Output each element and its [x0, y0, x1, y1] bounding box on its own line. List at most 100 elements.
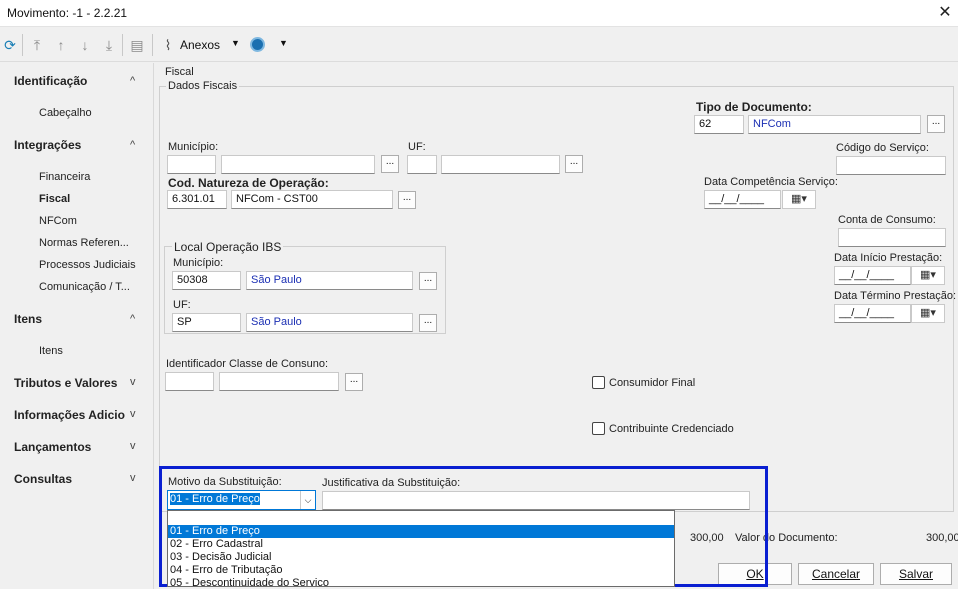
municipio-name-input[interactable]: [221, 155, 375, 174]
codigo-servico-input[interactable]: [836, 156, 946, 175]
sidebar: Identificação ^ Cabeçalho Integrações ^ …: [0, 63, 152, 589]
sidebar-section-lancamentos[interactable]: Lançamentos: [14, 440, 91, 454]
toolbar-separator: [22, 34, 23, 56]
data-termino-label: Data Término Prestação:: [834, 290, 957, 302]
last-record-icon[interactable]: ⤓: [100, 36, 118, 54]
uf-name-input[interactable]: [441, 155, 560, 174]
dropdown-option[interactable]: 05 - Descontinuidade do Serviço: [168, 577, 674, 586]
tipo-documento-label: Tipo de Documento:: [696, 100, 812, 114]
ibs-uf-code-input[interactable]: SP: [172, 313, 241, 332]
municipio-label: Município:: [168, 141, 219, 153]
sidebar-item-processos[interactable]: Processos Judiciais: [39, 259, 136, 271]
chevron-down-icon[interactable]: ▼: [231, 38, 240, 48]
dropdown-option[interactable]: 04 - Erro de Tributação: [168, 564, 674, 577]
ibs-uf-label: UF:: [173, 299, 191, 311]
next-record-icon[interactable]: ↓: [76, 36, 94, 54]
natureza-code-input[interactable]: 6.301.01: [167, 190, 227, 209]
motivo-selected-value: 01 - Erro de Preço: [170, 493, 260, 505]
natureza-name-input[interactable]: NFCom - CST00: [231, 190, 393, 209]
calendar-icon[interactable]: ▦▾: [782, 190, 816, 209]
paperclip-icon[interactable]: ⌇: [159, 36, 177, 54]
sidebar-section-informacoes[interactable]: Informações Adicio: [14, 408, 125, 422]
local-ibs-label: Local Operação IBS: [172, 240, 284, 254]
data-inicio-input[interactable]: __/__/____: [834, 266, 911, 285]
ibs-municipio-lookup-button[interactable]: ...: [419, 272, 437, 290]
motivo-substituicao-select[interactable]: 01 - Erro de Preço: [167, 490, 316, 510]
chevron-up-icon[interactable]: ^: [130, 313, 135, 325]
chevron-up-icon[interactable]: ^: [130, 139, 135, 151]
chevron-up-icon[interactable]: ^: [130, 75, 135, 87]
valor-documento-value: 300,00: [926, 532, 958, 544]
toolbar: ⟳ ⤒ ↑ ↓ ⤓ ▤ ⌇ Anexos ▼ ▼: [0, 28, 958, 62]
uf-code-input[interactable]: [407, 155, 437, 174]
uf-label: UF:: [408, 141, 426, 153]
tipo-documento-name-input[interactable]: NFCom: [748, 115, 921, 134]
ibs-municipio-code-input[interactable]: 50308: [172, 271, 241, 290]
ibs-municipio-label: Município:: [173, 257, 224, 269]
previous-record-icon[interactable]: ↑: [52, 36, 70, 54]
dropdown-option[interactable]: 01 - Erro de Preço: [168, 525, 674, 538]
fiscal-tab-label: Fiscal: [165, 66, 194, 78]
chevron-down-icon[interactable]: v: [130, 408, 136, 420]
sidebar-section-consultas[interactable]: Consultas: [14, 472, 72, 486]
data-competencia-input[interactable]: __/__/____: [704, 190, 781, 209]
identificador-lookup-button[interactable]: ...: [345, 373, 363, 391]
data-termino-input[interactable]: __/__/____: [834, 304, 911, 323]
sidebar-item-normas[interactable]: Normas Referen...: [39, 237, 129, 249]
consumidor-final-checkbox[interactable]: [592, 376, 605, 389]
sidebar-divider: [153, 63, 154, 589]
municipio-code-input[interactable]: [167, 155, 216, 174]
document-icon[interactable]: ▤: [128, 36, 146, 54]
chevron-down-icon[interactable]: v: [130, 472, 136, 484]
identificador-name-input[interactable]: [219, 372, 339, 391]
consumidor-final-label: Consumidor Final: [609, 377, 696, 389]
sidebar-section-identificacao[interactable]: Identificação: [14, 74, 87, 88]
title-bar: Movimento: -1 - 2.2.21 ✕: [0, 0, 958, 27]
tipo-documento-lookup-button[interactable]: ...: [927, 115, 945, 133]
sidebar-item-itens[interactable]: Itens: [39, 345, 63, 357]
close-icon[interactable]: ✕: [934, 0, 956, 26]
sidebar-item-cabecalho[interactable]: Cabeçalho: [39, 107, 92, 119]
dropdown-option[interactable]: 02 - Erro Cadastral: [168, 538, 674, 551]
natureza-lookup-button[interactable]: ...: [398, 191, 416, 209]
chevron-down-icon[interactable]: v: [130, 376, 136, 388]
chevron-down-icon[interactable]: ⌵: [300, 491, 315, 509]
process-icon[interactable]: [250, 37, 265, 52]
refresh-icon[interactable]: ⟳: [1, 36, 19, 54]
sidebar-section-itens[interactable]: Itens: [14, 312, 42, 326]
conta-consumo-input[interactable]: [838, 228, 946, 247]
sidebar-item-comunicacao[interactable]: Comunicação / T...: [39, 281, 130, 293]
first-record-icon[interactable]: ⤒: [28, 36, 46, 54]
sidebar-item-fiscal[interactable]: Fiscal: [39, 193, 70, 205]
municipio-lookup-button[interactable]: ...: [381, 155, 399, 173]
sidebar-section-tributos[interactable]: Tributos e Valores: [14, 376, 117, 390]
identificador-code-input[interactable]: [165, 372, 214, 391]
anexos-button[interactable]: Anexos: [180, 38, 220, 52]
chevron-down-icon[interactable]: v: [130, 440, 136, 452]
calendar-icon[interactable]: ▦▾: [911, 304, 945, 323]
sidebar-item-nfcom[interactable]: NFCom: [39, 215, 77, 227]
justificativa-label: Justificativa da Substituição:: [322, 477, 461, 489]
contribuinte-credenciado-label: Contribuinte Credenciado: [609, 423, 734, 435]
save-button[interactable]: Salvar: [880, 563, 952, 585]
sidebar-item-financeira[interactable]: Financeira: [39, 171, 90, 183]
dados-fiscais-label: Dados Fiscais: [166, 80, 240, 92]
dropdown-search-row[interactable]: [168, 511, 674, 525]
justificativa-input[interactable]: [322, 491, 750, 510]
identificador-classe-label: Identificador Classe de Consuno:: [166, 358, 329, 370]
motivo-dropdown-list: 01 - Erro de Preço 02 - Erro Cadastral 0…: [167, 510, 675, 587]
ibs-municipio-name-input[interactable]: São Paulo: [246, 271, 413, 290]
calendar-icon[interactable]: ▦▾: [911, 266, 945, 285]
cancel-button[interactable]: Cancelar: [798, 563, 874, 585]
tipo-documento-code-input[interactable]: 62: [694, 115, 744, 134]
uf-lookup-button[interactable]: ...: [565, 155, 583, 173]
ibs-uf-lookup-button[interactable]: ...: [419, 314, 437, 332]
natureza-operacao-label: Cod. Natureza de Operação:: [168, 176, 329, 190]
chevron-down-icon[interactable]: ▼: [279, 38, 288, 48]
data-inicio-label: Data Início Prestação:: [834, 252, 943, 264]
dropdown-option[interactable]: 03 - Decisão Judicial: [168, 551, 674, 564]
ibs-uf-name-input[interactable]: São Paulo: [246, 313, 413, 332]
codigo-servico-label: Código do Serviço:: [836, 142, 929, 154]
contribuinte-credenciado-checkbox[interactable]: [592, 422, 605, 435]
sidebar-section-integracoes[interactable]: Integrações: [14, 138, 81, 152]
